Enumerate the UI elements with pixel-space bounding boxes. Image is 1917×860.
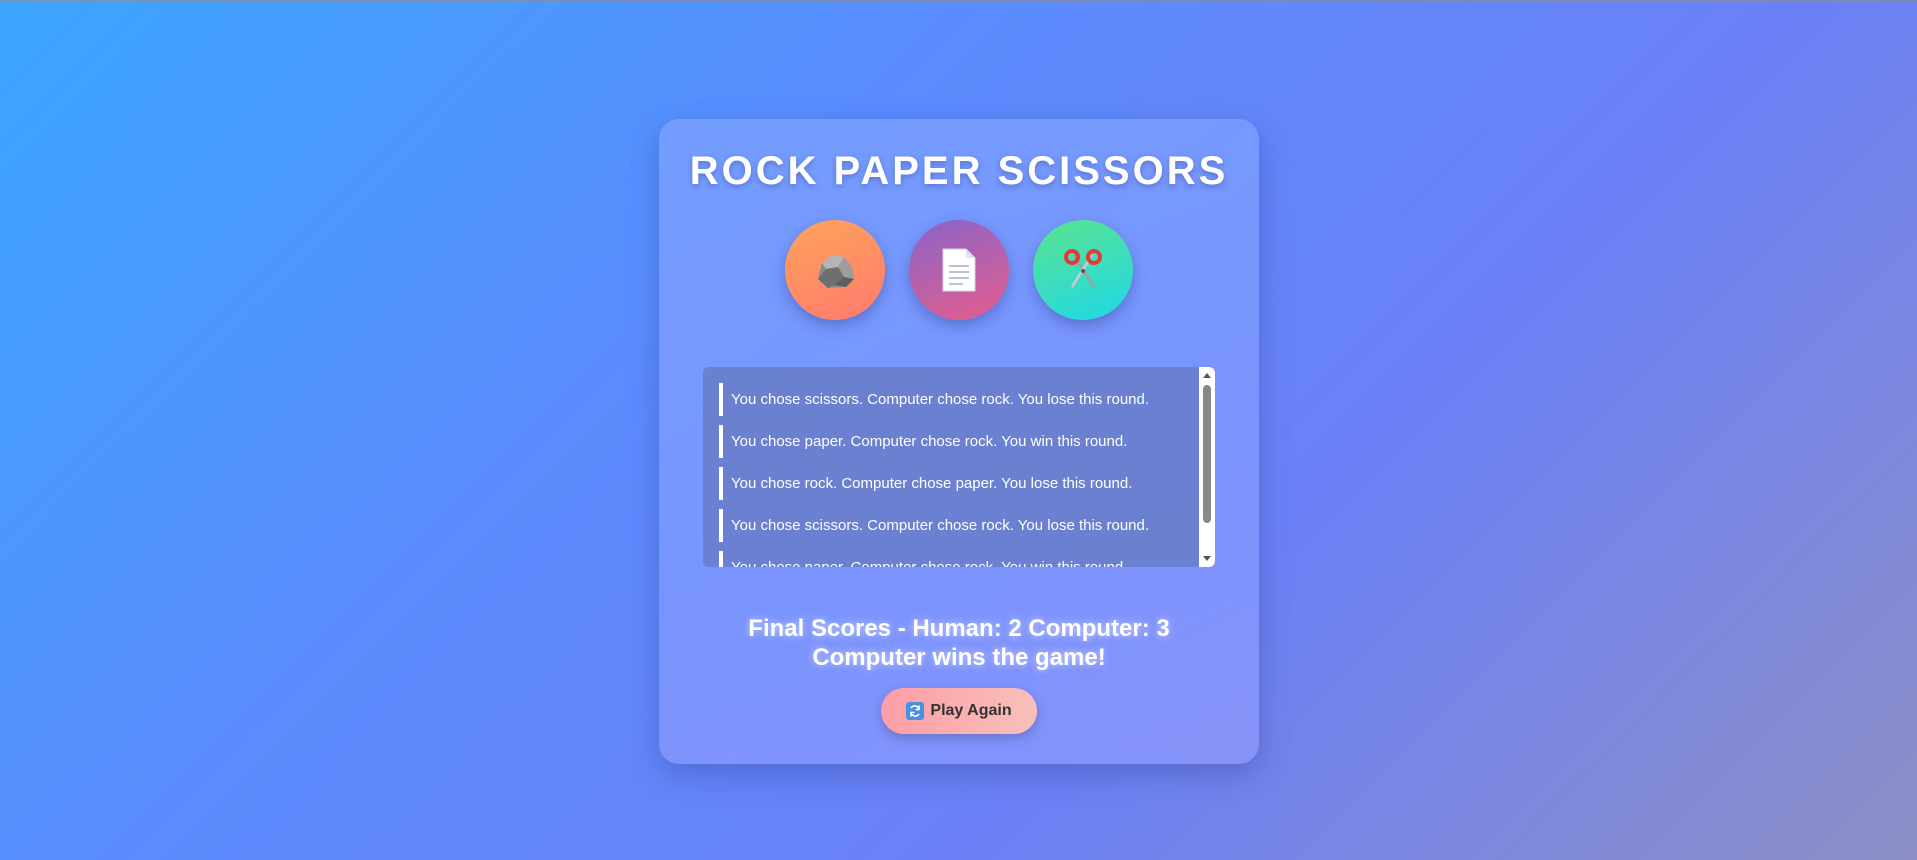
log-scrollbar[interactable] xyxy=(1199,367,1215,567)
page-icon xyxy=(940,247,978,293)
round-log-list: You chose scissors. Computer chose rock.… xyxy=(719,383,1193,567)
rock-icon xyxy=(812,249,858,291)
log-entry: You chose scissors. Computer chose rock.… xyxy=(719,509,1193,542)
paper-button[interactable] xyxy=(909,220,1009,320)
scrollbar-thumb[interactable] xyxy=(1203,385,1211,523)
scroll-up-arrow-icon[interactable] xyxy=(1203,373,1211,378)
game-card: ROCK PAPER SCISSORS You chose scissors. … xyxy=(659,119,1259,764)
play-again-button[interactable]: Play Again xyxy=(881,688,1037,734)
final-result: Final Scores - Human: 2 Computer: 3 Comp… xyxy=(659,614,1259,672)
scissors-button[interactable] xyxy=(1033,220,1133,320)
top-border xyxy=(0,0,1917,1)
game-title: ROCK PAPER SCISSORS xyxy=(689,149,1229,193)
final-scores-text: Final Scores - Human: 2 Computer: 3 xyxy=(748,615,1170,642)
log-entry: You chose scissors. Computer chose rock.… xyxy=(719,383,1193,416)
rock-button[interactable] xyxy=(785,220,885,320)
choice-buttons xyxy=(659,220,1259,320)
log-entry: You chose rock. Computer chose paper. Yo… xyxy=(719,467,1193,500)
scroll-down-arrow-icon[interactable] xyxy=(1203,556,1211,561)
scissors-icon xyxy=(1060,247,1106,293)
winner-text: Computer wins the game! xyxy=(812,644,1106,671)
refresh-icon xyxy=(906,702,925,720)
log-entry: You chose paper. Computer chose rock. Yo… xyxy=(719,551,1193,567)
round-log[interactable]: You chose scissors. Computer chose rock.… xyxy=(703,367,1215,567)
play-again-label: Play Again xyxy=(930,702,1012,719)
log-entry: You chose paper. Computer chose rock. Yo… xyxy=(719,425,1193,458)
